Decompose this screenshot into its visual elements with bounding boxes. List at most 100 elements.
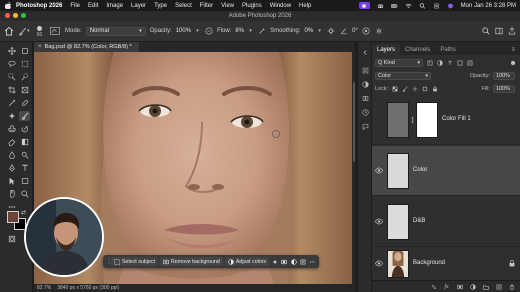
siri-icon[interactable]	[447, 3, 454, 9]
mask-icon[interactable]	[281, 257, 288, 266]
layer-row-color-fill-1[interactable]: Color Fill 1	[372, 95, 520, 145]
more-options-icon[interactable]	[309, 257, 316, 266]
adjust-colors-button[interactable]: Adjust colors	[224, 257, 270, 266]
brush-tool-icon[interactable]	[19, 111, 30, 121]
airbrush-icon[interactable]	[257, 27, 266, 36]
hand-tool-icon[interactable]	[6, 189, 17, 199]
visibility-toggle-icon[interactable]	[375, 167, 383, 175]
new-layer-icon[interactable]	[495, 283, 502, 290]
close-tab-icon[interactable]: ×	[38, 44, 42, 50]
adjustments-icon[interactable]	[361, 80, 369, 88]
lock-position-icon[interactable]	[411, 86, 418, 93]
new-layer-icon[interactable]	[299, 257, 306, 266]
dodge-tool-icon[interactable]	[19, 150, 30, 160]
visibility-toggle-icon[interactable]	[375, 260, 383, 268]
rectangle-tool-icon[interactable]	[19, 176, 30, 186]
layer-kind-filter[interactable]: Q Kind ▾	[375, 59, 423, 67]
comments-icon[interactable]	[361, 122, 369, 130]
eyedropper-tool-icon[interactable]	[6, 98, 17, 108]
tool-preset-picker[interactable]: ▾	[18, 25, 32, 37]
pressure-opacity-icon[interactable]	[204, 27, 213, 36]
chevron-down-icon[interactable]: ▾	[195, 27, 200, 36]
symmetry-icon[interactable]	[375, 27, 384, 36]
share-icon[interactable]	[507, 27, 516, 36]
opacity-value[interactable]: 100%	[176, 28, 191, 34]
home-icon[interactable]	[4, 26, 14, 36]
wifi-icon[interactable]	[405, 3, 412, 9]
blend-mode-dropdown[interactable]: Color ▾	[375, 72, 431, 80]
brush-settings-icon[interactable]	[49, 27, 61, 36]
angle-value[interactable]: 0°	[352, 28, 358, 34]
menu-filter[interactable]: Filter	[200, 3, 213, 9]
chevron-down-icon[interactable]: ▾	[248, 27, 253, 36]
layer-style-icon[interactable]: fx	[443, 283, 450, 290]
generative-fill-tool-icon[interactable]	[6, 111, 17, 121]
zoom-window-button[interactable]	[21, 13, 26, 18]
layer-opacity-field[interactable]: 100%	[493, 72, 515, 80]
contrast-icon[interactable]	[290, 257, 297, 266]
properties-icon[interactable]	[361, 66, 369, 74]
search-icon[interactable]	[481, 27, 490, 36]
frame-tool-icon[interactable]	[19, 85, 30, 95]
quick-mask-icon[interactable]	[6, 234, 17, 244]
menu-app-name[interactable]: Photoshop 2026	[16, 3, 62, 9]
menu-clock[interactable]: Mon Jan 26 3:28 PM	[461, 3, 516, 9]
spot-healing-tool-icon[interactable]	[19, 98, 30, 108]
history-brush-tool-icon[interactable]	[19, 124, 30, 134]
tab-paths[interactable]: Paths	[435, 44, 460, 55]
visibility-toggle-icon[interactable]	[375, 116, 383, 124]
layer-row-background[interactable]: Background	[372, 248, 520, 280]
layer-mask-thumbnail[interactable]	[416, 102, 438, 138]
type-tool-icon[interactable]	[19, 163, 30, 173]
creative-cloud-icon[interactable]	[377, 3, 384, 9]
history-icon[interactable]	[361, 108, 369, 116]
lock-transparent-icon[interactable]	[391, 86, 398, 93]
move-tool-icon[interactable]	[6, 46, 17, 56]
smoothing-value[interactable]: 0%	[304, 28, 313, 34]
layer-row-dnb[interactable]: D&B	[372, 197, 520, 247]
menu-type[interactable]: Type	[154, 3, 167, 9]
select-subject-button[interactable]: Select subject	[111, 257, 158, 266]
foreground-color-swatch[interactable]	[7, 211, 19, 223]
menu-plugins[interactable]: Plugins	[242, 3, 262, 9]
add-mask-icon[interactable]	[456, 283, 463, 290]
workspace-icon[interactable]	[494, 27, 503, 36]
visibility-toggle-icon[interactable]	[375, 218, 383, 226]
tab-channels[interactable]: Channels	[400, 44, 435, 55]
eraser-tool-icon[interactable]	[6, 137, 17, 147]
new-group-icon[interactable]	[482, 283, 489, 290]
menu-file[interactable]: File	[70, 3, 80, 9]
clone-stamp-tool-icon[interactable]	[6, 124, 17, 134]
drag-handle-icon[interactable]: ⋮	[106, 258, 112, 266]
libraries-icon[interactable]	[361, 94, 369, 102]
apple-icon[interactable]	[4, 2, 12, 10]
layer-name[interactable]: Color	[413, 167, 427, 173]
menu-window[interactable]: Window	[270, 3, 291, 9]
lasso-tool-icon[interactable]	[6, 59, 17, 69]
tab-layers[interactable]: Layers	[372, 44, 401, 55]
menu-select[interactable]: Select	[175, 3, 192, 9]
lock-artboard-icon[interactable]	[421, 86, 428, 93]
generative-sparkle-icon[interactable]	[271, 257, 278, 266]
battery-icon[interactable]	[390, 3, 398, 9]
menu-help[interactable]: Help	[299, 3, 311, 9]
link-layers-icon[interactable]	[430, 283, 437, 290]
path-selection-tool-icon[interactable]	[6, 176, 17, 186]
zoom-level[interactable]: 82.7%	[37, 285, 51, 291]
document-tab[interactable]: × Bag.psd @ 82.7% (Color, RGB/8) *	[34, 42, 139, 52]
gradient-tool-icon[interactable]	[19, 137, 30, 147]
mask-link-icon[interactable]	[410, 116, 415, 124]
quick-selection-tool-icon[interactable]	[19, 72, 30, 82]
brush-picker[interactable]: 60	[36, 25, 43, 38]
blur-tool-icon[interactable]	[6, 150, 17, 160]
new-adjustment-layer-icon[interactable]	[469, 283, 476, 290]
lock-all-icon[interactable]	[431, 86, 438, 93]
control-center-icon[interactable]	[433, 3, 440, 9]
canvas-vertical-scrollbar[interactable]	[352, 52, 356, 284]
remove-background-button[interactable]: Remove background	[159, 257, 223, 266]
smoothing-settings-icon[interactable]	[326, 27, 335, 36]
chevron-down-icon[interactable]: ▾	[317, 27, 322, 36]
menu-layer[interactable]: Layer	[131, 3, 146, 9]
filter-adjustment-icon[interactable]	[436, 60, 443, 67]
layer-name[interactable]: D&B	[413, 218, 425, 224]
